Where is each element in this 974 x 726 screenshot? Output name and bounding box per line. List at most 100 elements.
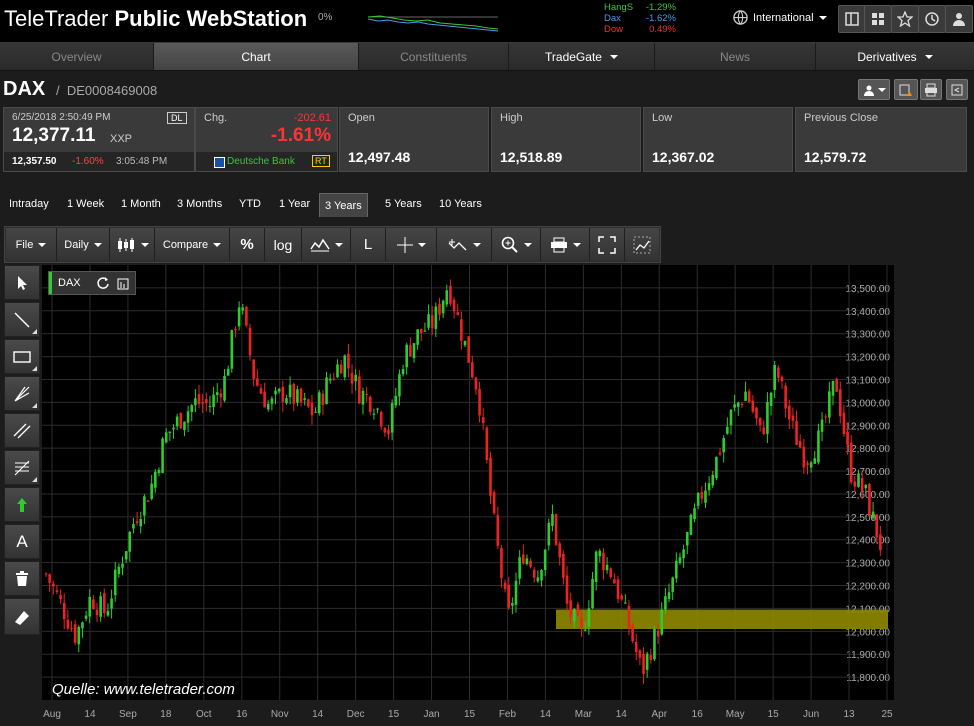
user-icon [953,13,965,26]
tab-constituents[interactable]: Constituents [359,43,509,70]
delete-tool[interactable] [4,561,40,596]
candle-body [562,553,565,578]
chevron-down-icon [472,242,481,247]
candle-body [624,602,627,604]
candle-body [820,419,824,432]
low-value: 12,367.02 [652,149,715,165]
line-icon [14,312,30,327]
provider-name[interactable]: Deutsche Bank [227,156,295,167]
print-chart-button[interactable] [541,228,590,261]
chart-type-select[interactable] [110,228,155,261]
candle-body [383,428,387,433]
candle-body [605,564,609,571]
chevron-down-icon [572,242,581,247]
range-ytd[interactable]: YTD [234,193,266,215]
interval-select[interactable]: Daily [57,228,110,261]
studies-button[interactable] [437,228,492,261]
range-1-week[interactable]: 1 Week [62,193,109,215]
candle-body [81,622,84,629]
support-zone [556,609,888,630]
log-scale-button[interactable]: log [265,228,302,261]
y-tick-label: 12,300.00 [846,559,891,570]
candle-body [150,483,153,499]
candle-body [365,394,368,396]
crosshair-button[interactable] [386,228,437,261]
candle-body [219,393,223,398]
zoom-button[interactable] [492,228,541,261]
candle-body [44,573,48,575]
candle-body [128,531,132,552]
candle-body [62,602,66,620]
layout-toggle-button[interactable] [838,5,866,33]
range-1-year[interactable]: 1 Year [274,193,315,215]
candle-body [412,343,416,359]
candle-body [722,438,725,453]
history-button[interactable] [918,5,946,33]
chart-settings-button[interactable] [625,228,659,261]
alert-button[interactable] [894,79,918,100]
tab-derivatives[interactable]: Derivatives [816,43,974,70]
channel-tool[interactable] [4,413,40,448]
chart-settings-icon[interactable] [116,276,130,290]
candle-body [653,628,656,660]
candle-body [55,590,59,592]
tab-news[interactable]: News [655,43,816,70]
line-tool[interactable] [4,302,40,337]
deutsche-bank-logo [214,157,225,168]
eraser-tool[interactable] [4,598,40,635]
print-icon [550,237,567,252]
indicators-button[interactable] [302,228,351,261]
candle-body [817,430,820,463]
fullscreen-button[interactable] [590,228,625,261]
candle-body [398,374,401,397]
ticker-row[interactable]: Dow 0.49% [604,24,676,35]
range-3-years[interactable]: 3 Years [319,193,368,217]
candle-body [729,409,733,426]
fan-tool[interactable] [4,376,40,411]
candle-body [51,583,55,587]
x-tick-label: 14 [84,709,96,720]
pointer-tool[interactable] [4,265,40,300]
tab-chart[interactable]: Chart [154,43,359,70]
region-selector[interactable]: International [733,10,827,25]
tab-overview[interactable]: Overview [0,43,154,70]
tab-tradegate[interactable]: TradeGate [509,43,655,70]
range-5-years[interactable]: 5 Years [380,193,427,215]
ticker-row[interactable]: Dax -1.62% [604,13,676,24]
refresh-icon[interactable] [96,276,110,290]
range-3-months[interactable]: 3 Months [172,193,227,215]
candle-body [824,416,828,418]
grid-view-button[interactable] [864,5,892,33]
percent-scale-button[interactable]: % [230,228,265,261]
file-menu-button[interactable]: File [6,228,57,261]
account-button[interactable] [945,5,973,33]
arrow-tool[interactable] [4,487,40,522]
fibonacci-icon [14,460,30,475]
back-button[interactable] [946,79,968,100]
range-1-month[interactable]: 1 Month [116,193,166,215]
x-tick-label: 14 [540,709,552,720]
compare-button[interactable]: Compare [155,228,230,261]
app-logo[interactable]: TeleTrader Public WebStation [4,6,307,32]
candle-body [478,388,481,416]
ticker-row[interactable]: HangS -1.29% [604,2,676,13]
price-chart[interactable]: 11,800.0011,900.0012,000.0012,100.0012,2… [42,265,894,720]
text-tool[interactable]: A [4,524,40,559]
candle-body [664,596,667,610]
candle-body [868,483,871,517]
print-button[interactable] [920,79,942,100]
range-intraday[interactable]: Intraday [4,193,54,215]
candle-body [245,306,248,326]
user-menu-button[interactable] [858,79,890,100]
favorites-button[interactable] [891,5,919,33]
change-label: Chg. [204,112,228,124]
line-mode-button[interactable]: L [351,228,386,261]
fibonacci-tool[interactable] [4,450,40,485]
high-box: High 12,518.89 [491,107,641,172]
candle-body [773,364,776,390]
rectangle-tool[interactable] [4,339,40,374]
change-percent: -1.61% [270,125,331,146]
ticker-name: Dow [604,24,624,35]
candle-body [256,378,259,386]
range-10-years[interactable]: 10 Years [434,193,487,215]
